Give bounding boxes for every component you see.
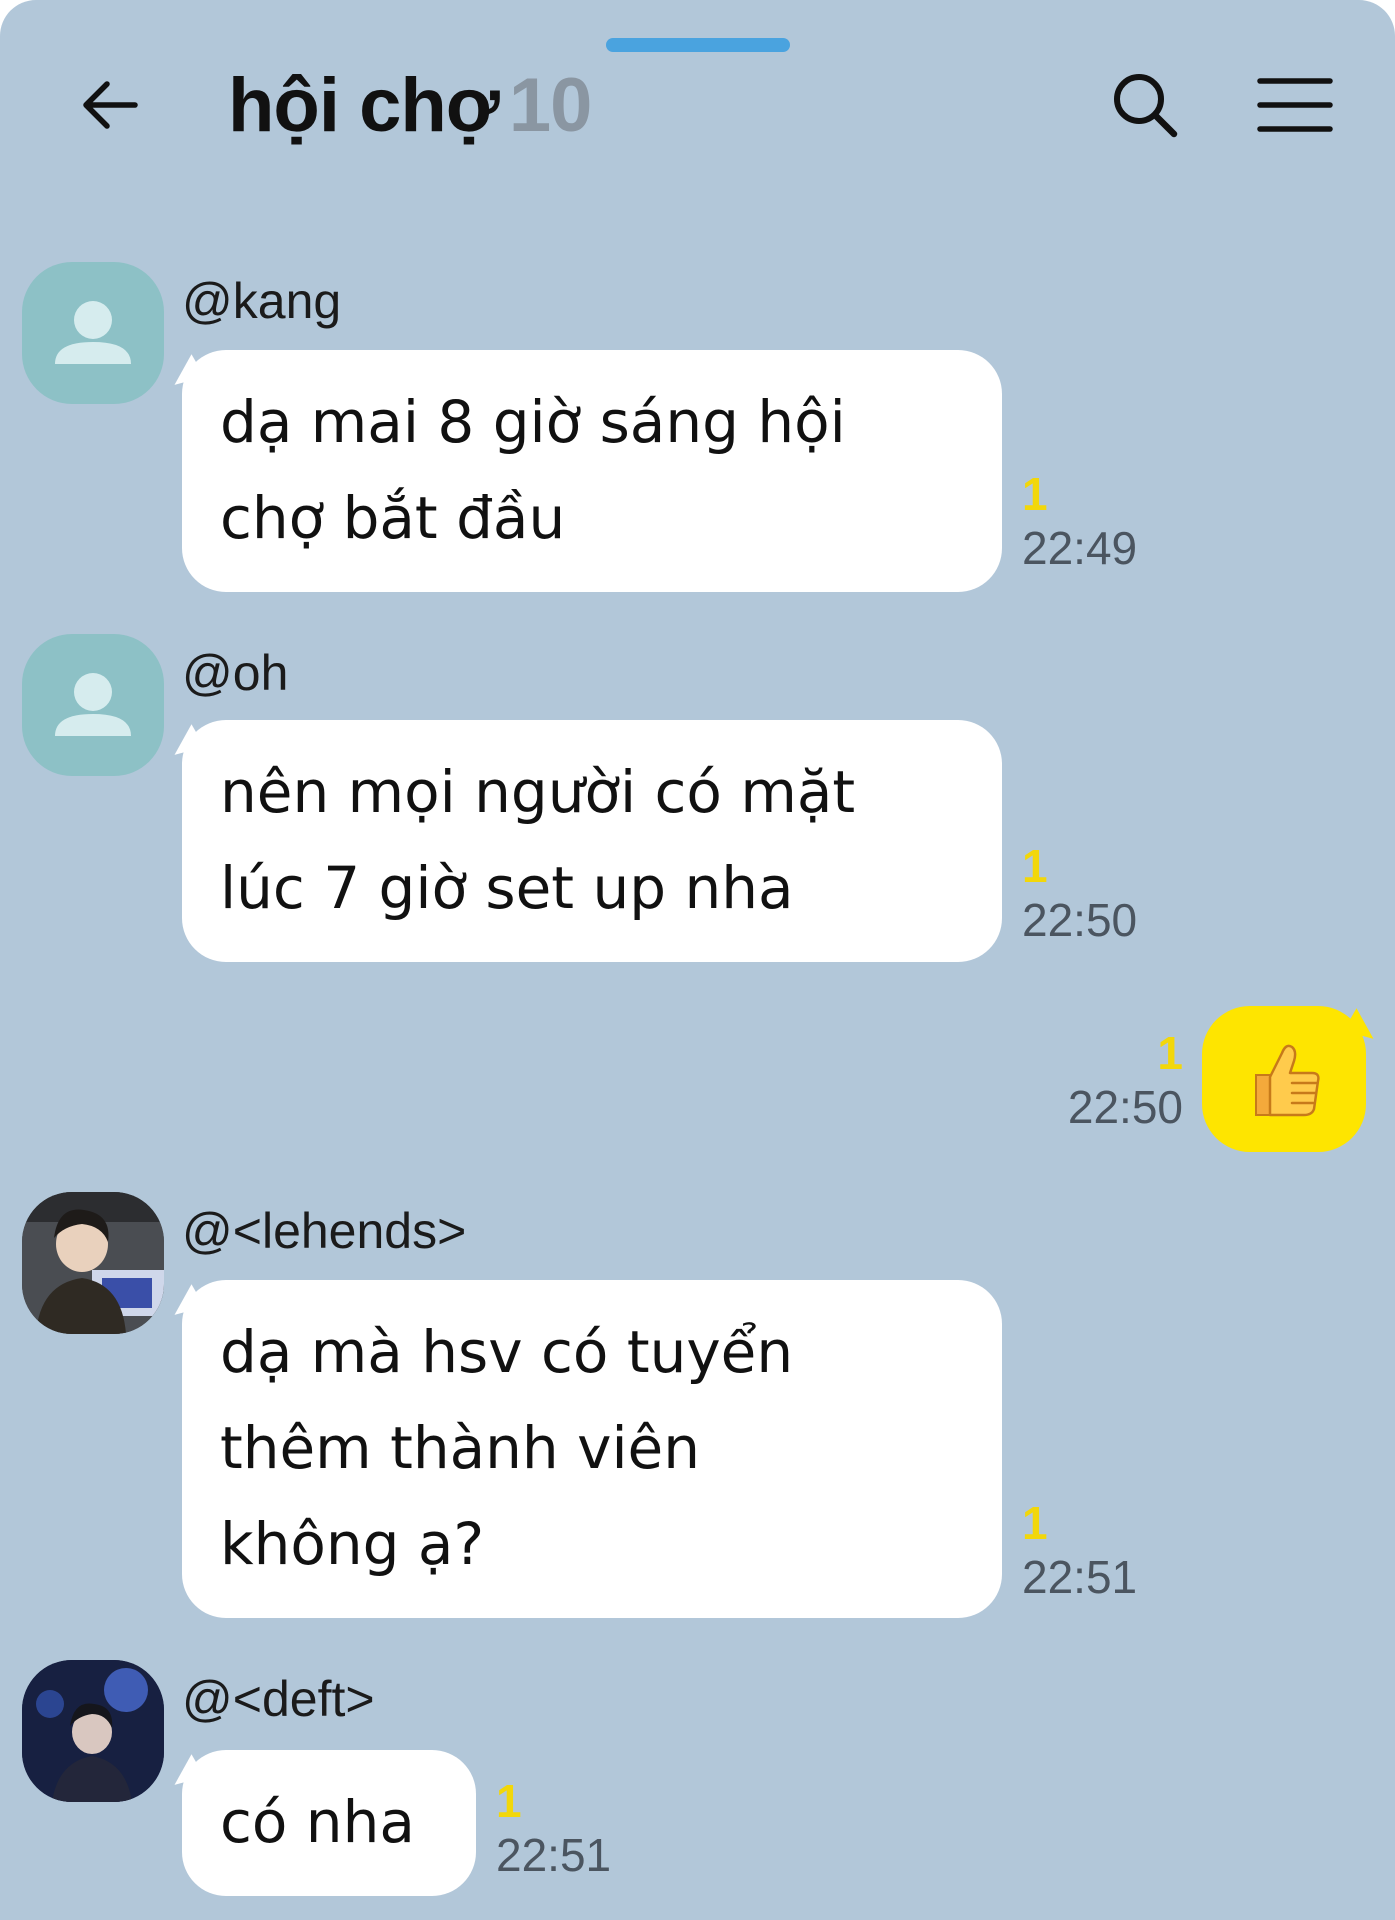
sender-name: @<deft> (182, 1671, 375, 1727)
chat-title: hội chợ 10 (228, 62, 593, 149)
chat-header: hội chợ 10 (0, 40, 1395, 170)
member-count: 10 (508, 63, 593, 148)
search-button[interactable] (1095, 55, 1195, 155)
message-text: thêm thành viên (220, 1414, 701, 1482)
message-text: không ạ? (220, 1510, 485, 1578)
message-text: lúc 7 giờ set up nha (220, 854, 794, 922)
avatar[interactable] (22, 1192, 164, 1334)
back-button[interactable] (60, 55, 160, 155)
message-meta: 1 22:51 (496, 1774, 611, 1882)
search-icon (1114, 74, 1178, 138)
message-bubble[interactable]: nên mọi người có mặt lúc 7 giờ set up nh… (182, 720, 1002, 962)
unread-count: 1 (1022, 468, 1048, 520)
timestamp: 22:49 (1022, 522, 1138, 574)
unread-count: 1 (1157, 1027, 1183, 1079)
message-text: dạ mai 8 giờ sáng hội (220, 388, 846, 456)
timestamp: 22:50 (1022, 894, 1138, 946)
message-meta: 1 22:51 (1022, 1496, 1137, 1604)
avatar[interactable] (22, 262, 164, 404)
message-text: dạ mà hsv có tuyển (220, 1318, 794, 1386)
hamburger-menu-icon (1257, 78, 1333, 132)
menu-button[interactable] (1245, 55, 1345, 155)
unread-count: 1 (496, 1775, 522, 1827)
avatar[interactable] (22, 1660, 164, 1802)
timestamp: 22:50 (1067, 1081, 1183, 1133)
message-text: chợ bắt đầu (220, 484, 566, 552)
timestamp: 22:51 (496, 1829, 612, 1881)
message-bubble[interactable]: có nha (182, 1750, 476, 1896)
photo-avatar (22, 1192, 164, 1334)
default-person-icon (55, 673, 131, 736)
thumbs-up-icon (1255, 1044, 1320, 1117)
message-meta: 1 22:49 (1022, 467, 1137, 575)
message-bubble-mine[interactable] (1202, 1006, 1366, 1152)
photo-avatar (22, 1660, 164, 1802)
sender-name: @<lehends> (182, 1203, 467, 1259)
sender-name: @kang (182, 273, 342, 329)
message-meta: 1 22:50 (1022, 839, 1137, 947)
chat-screen: hội chợ 10 @kang dạ mai 8 giờ sáng hội ch… (0, 0, 1395, 1920)
message-bubble[interactable]: dạ mà hsv có tuyển thêm thành viên không… (182, 1280, 1002, 1618)
message-meta: 1 22:50 (1068, 1026, 1183, 1134)
message-text: có nha (220, 1788, 415, 1856)
sender-name: @oh (182, 645, 289, 701)
unread-count: 1 (1022, 1497, 1048, 1549)
arrow-left-icon (83, 81, 138, 129)
message-bubble[interactable]: dạ mai 8 giờ sáng hội chợ bắt đầu (182, 350, 1002, 592)
chat-name: hội chợ (228, 63, 500, 148)
default-person-icon (55, 301, 131, 364)
avatar[interactable] (22, 634, 164, 776)
unread-count: 1 (1022, 840, 1048, 892)
message-text: nên mọi người có mặt (220, 758, 856, 826)
timestamp: 22:51 (1022, 1551, 1138, 1603)
